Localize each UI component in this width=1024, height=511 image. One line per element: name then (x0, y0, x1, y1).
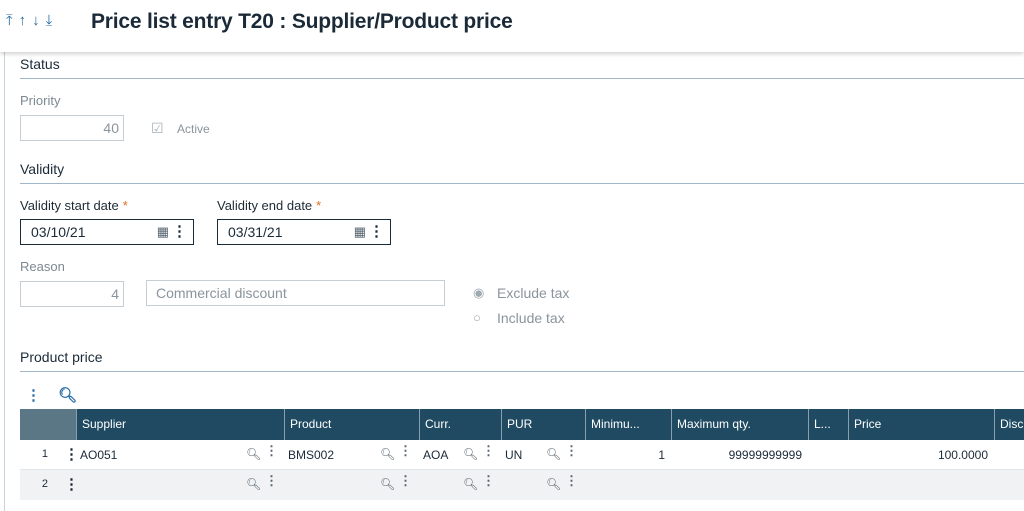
validity-end-date-value[interactable]: 03/31/21 (228, 224, 283, 240)
cell-actions-icon[interactable]: ⋮ (482, 473, 495, 489)
table-row[interactable]: 2 ⋮ 🔍︎ ⋮ 🔍︎ ⋮ 🔍︎ ⋮ 🔍︎ ⋮ (20, 470, 1024, 500)
row-number: 1 (41, 448, 48, 460)
lookup-icon[interactable]: 🔍︎ (246, 477, 261, 491)
lookup-icon[interactable]: 🔍︎ (380, 477, 395, 491)
cell-actions-icon[interactable]: ⋮ (265, 473, 278, 489)
validity-section-divider (20, 183, 1024, 184)
column-header-currency[interactable]: Curr. (419, 409, 501, 440)
row-number-cell: 2 ⋮ (20, 470, 79, 500)
column-header-product[interactable]: Product (284, 409, 419, 440)
cell-actions-icon[interactable]: ⋮ (399, 473, 412, 489)
cell-discount[interactable] (994, 440, 1024, 470)
validity-end-label-text: Validity end date (217, 198, 313, 213)
reason-description-field: Commercial discount (146, 280, 445, 306)
row-number: 2 (41, 478, 48, 490)
row-number-cell: 1 ⋮ (20, 440, 79, 470)
field-actions-icon[interactable]: ⋮ (369, 222, 384, 240)
lookup-icon[interactable]: 🔍︎ (246, 447, 261, 461)
column-header-pur[interactable]: PUR (501, 409, 585, 440)
exclude-tax-radio-icon: ◉ (473, 285, 485, 300)
reason-code-field: 4 (20, 281, 124, 307)
column-header-discount[interactable]: Disc (994, 409, 1024, 440)
grid-header: Supplier Product Curr. PUR Minimu... Max… (20, 409, 1024, 440)
validity-section-title: Validity (20, 161, 65, 177)
column-header-minimum[interactable]: Minimu... (585, 409, 671, 440)
cell-maximum-qty[interactable]: 99999999999 (671, 440, 808, 470)
validity-start-date-value[interactable]: 03/10/21 (31, 224, 86, 240)
record-navigation: ⤒ ↑ ↓ ⤓ (6, 12, 52, 30)
search-icon[interactable]: 🔍︎ (58, 386, 77, 404)
last-record-icon[interactable]: ⤓ (46, 12, 53, 30)
cell-actions-icon[interactable]: ⋮ (565, 443, 578, 459)
validity-end-label: Validity end date * (217, 198, 321, 213)
cell-actions-icon[interactable]: ⋮ (482, 443, 495, 459)
product-price-section-divider (20, 371, 1024, 372)
include-tax-label: Include tax (497, 310, 565, 326)
field-actions-icon[interactable]: ⋮ (172, 222, 187, 240)
first-record-icon[interactable]: ⤒ (6, 12, 13, 30)
product-price-section-title: Product price (20, 349, 103, 365)
cell-maximum-qty[interactable] (671, 470, 808, 500)
cell-actions-icon[interactable]: ⋮ (565, 473, 578, 489)
column-header-price[interactable]: Price (848, 409, 994, 440)
validity-start-label: Validity start date * (20, 198, 128, 213)
required-marker: * (316, 198, 322, 213)
status-section-divider (20, 78, 1024, 79)
validity-start-label-text: Validity start date (20, 198, 119, 213)
reason-label: Reason (20, 259, 65, 274)
active-label: Active (177, 122, 210, 136)
lookup-icon[interactable]: 🔍︎ (463, 447, 478, 461)
cell-actions-icon[interactable]: ⋮ (265, 443, 278, 459)
cell-price[interactable] (848, 470, 994, 500)
cell-actions-icon[interactable]: ⋮ (399, 443, 412, 459)
left-divider (4, 52, 5, 511)
status-section-title: Status (20, 56, 60, 72)
validity-start-date-field[interactable]: 03/10/21 ▦ ⋮ (20, 219, 194, 245)
cell-l[interactable] (808, 440, 848, 470)
column-header-supplier[interactable]: Supplier (76, 409, 284, 440)
active-checkbox-icon: ☑ (151, 120, 164, 136)
cell-minimum[interactable]: 1 (585, 440, 671, 470)
column-header-l[interactable]: L... (808, 409, 848, 440)
exclude-tax-label: Exclude tax (497, 285, 570, 301)
cell-minimum[interactable] (585, 470, 671, 500)
page-title: Price list entry T20 : Supplier/Product … (91, 10, 513, 33)
required-marker: * (122, 198, 128, 213)
next-record-icon[interactable]: ↓ (32, 12, 40, 30)
column-header-maximum-qty[interactable]: Maximum qty. (671, 409, 808, 440)
previous-record-icon[interactable]: ↑ (19, 12, 27, 30)
priority-field: 40 (20, 115, 124, 141)
table-row[interactable]: 1 ⋮ AO051 🔍︎ ⋮ BMS002 🔍︎ ⋮ AOA 🔍︎ ⋮ UN 🔍… (20, 440, 1024, 470)
cell-price[interactable]: 100.0000 (848, 440, 994, 470)
calendar-icon[interactable]: ▦ (157, 224, 169, 240)
cell-l[interactable] (808, 470, 848, 500)
cell-discount[interactable] (994, 470, 1024, 500)
grid-actions-icon[interactable]: ⋮ (26, 386, 41, 404)
include-tax-radio-icon: ○ (473, 310, 481, 325)
lookup-icon[interactable]: 🔍︎ (380, 447, 395, 461)
lookup-icon[interactable]: 🔍︎ (463, 477, 478, 491)
validity-end-date-field[interactable]: 03/31/21 ▦ ⋮ (217, 219, 391, 245)
lookup-icon[interactable]: 🔍︎ (546, 477, 561, 491)
page-header: ⤒ ↑ ↓ ⤓ Price list entry T20 : Supplier/… (0, 0, 1024, 52)
lookup-icon[interactable]: 🔍︎ (546, 447, 561, 461)
priority-label: Priority (20, 93, 61, 108)
calendar-icon[interactable]: ▦ (354, 224, 366, 240)
grid-header-corner (20, 409, 76, 440)
